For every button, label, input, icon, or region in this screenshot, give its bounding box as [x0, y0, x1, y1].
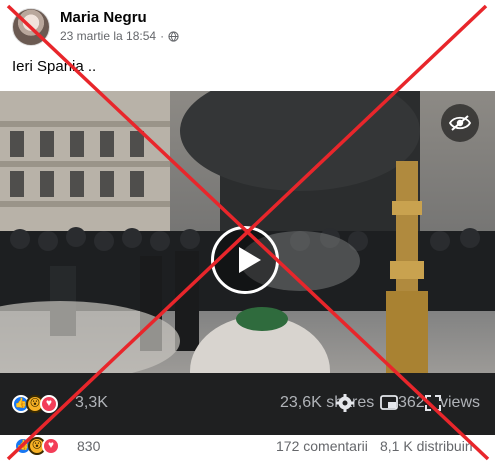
views-label: views — [440, 394, 481, 411]
views-number: 362 — [398, 394, 425, 411]
meta-separator: · — [160, 29, 165, 43]
globe-icon — [168, 30, 179, 42]
gear-icon[interactable] — [336, 394, 354, 412]
shares-count[interactable]: 8,1 K distribuiri — [380, 438, 473, 454]
video-shares-count[interactable]: 23,6K shares — [280, 394, 374, 412]
post-reaction-icons[interactable]: 👍 😮 ♥ — [14, 437, 60, 455]
video-reactions-count[interactable]: 3,3K — [75, 394, 108, 412]
comments-count[interactable]: 172 comentarii — [276, 438, 368, 454]
play-icon[interactable] — [211, 226, 279, 294]
author-avatar[interactable] — [12, 8, 50, 46]
post-reactions-count[interactable]: 830 — [77, 438, 100, 454]
post-text: Ieri Spania .. — [12, 58, 97, 75]
fullscreen-icon[interactable] — [425, 395, 441, 411]
love-icon: ♥ — [42, 437, 60, 455]
love-icon: ♥ — [40, 395, 58, 413]
post-timestamp[interactable]: 23 martie la 18:54 — [60, 29, 156, 43]
post-meta: 23 martie la 18:54 · — [60, 29, 179, 43]
pip-icon[interactable] — [380, 395, 398, 410]
author-name[interactable]: Maria Negru — [60, 9, 147, 26]
video-reaction-icons[interactable]: 👍 😮 ♥ — [12, 395, 58, 413]
eye-off-icon — [449, 115, 471, 131]
hide-video-button[interactable] — [441, 104, 479, 142]
